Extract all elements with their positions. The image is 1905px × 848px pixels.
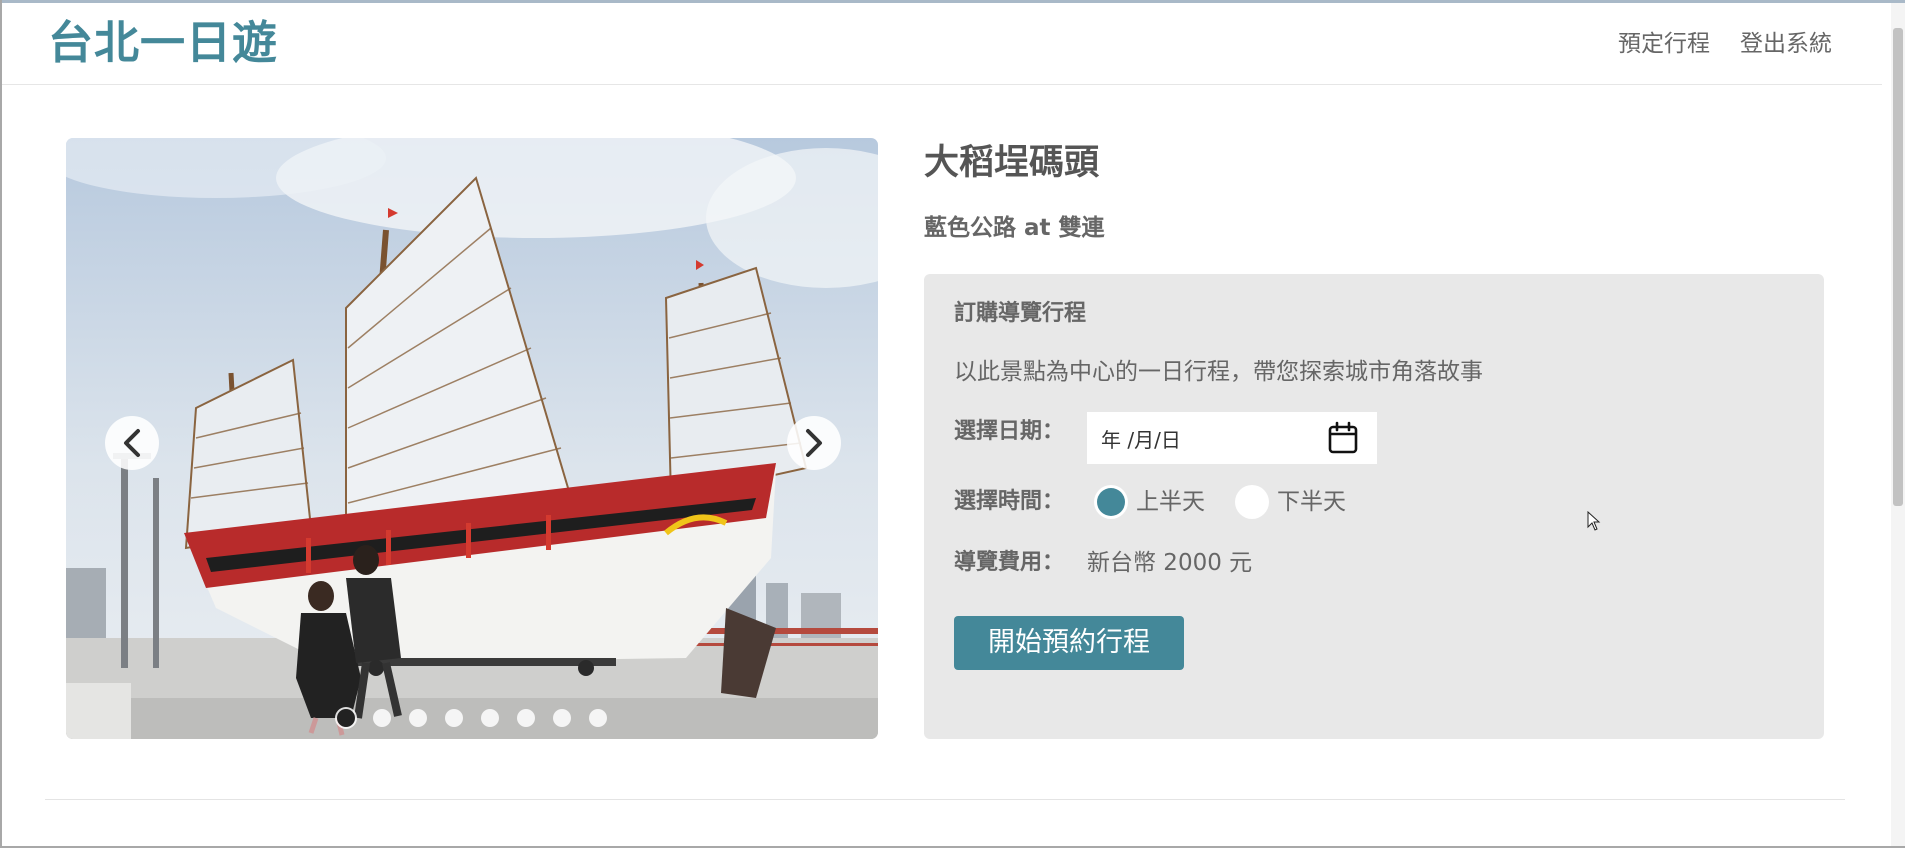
start-booking-button[interactable]: 開始預約行程 [954,616,1184,670]
carousel-photo [66,138,878,739]
carousel-next-button[interactable] [787,416,841,470]
time-radio-group: 上半天 下半天 [1094,485,1376,519]
brand-logo[interactable]: 台北一日遊 [48,15,278,71]
time-label: 選擇時間： [954,489,1065,514]
chevron-left-icon [124,429,140,457]
radio-afternoon-label[interactable]: 下半天 [1277,486,1346,518]
carousel-dot[interactable] [337,709,355,727]
page-scrollbar[interactable] [1891,3,1905,846]
carousel-dot[interactable] [589,709,607,727]
radio-morning[interactable]: 上半天 [1094,485,1205,519]
date-input-placeholder: 年 /月/日 [1101,427,1181,452]
nav-link-booking[interactable]: 預定行程 [1618,28,1710,60]
carousel-dot[interactable] [445,709,463,727]
footer-divider [45,799,1845,800]
radio-button-selected[interactable] [1094,485,1128,519]
radio-afternoon[interactable]: 下半天 [1235,485,1346,519]
attraction-subtitle: 藍色公路 at 雙連 [924,215,1105,241]
mouse-cursor-icon [1587,511,1601,531]
carousel-dot[interactable] [373,709,391,727]
chevron-right-icon [806,429,822,457]
fee-value: 新台幣 2000 元 [1087,550,1253,576]
radio-button[interactable] [1235,485,1269,519]
radio-morning-label[interactable]: 上半天 [1136,486,1205,518]
fee-label: 導覽費用： [954,550,1065,575]
date-input[interactable]: 年 /月/日 [1087,412,1377,464]
nav-links: 預定行程 登出系統 [1618,28,1832,60]
navbar: 台北一日遊 預定行程 登出系統 [2,3,1882,85]
carousel-dot[interactable] [409,709,427,727]
attraction-title: 大稻埕碼頭 [924,143,1100,183]
image-carousel [66,138,878,739]
carousel-indicators [337,709,607,727]
date-label: 選擇日期： [954,419,1065,444]
carousel-dot[interactable] [553,709,571,727]
booking-panel: 訂購導覽行程 以此景點為中心的一日行程，帶您探索城市角落故事 選擇日期： 年 /… [924,274,1824,739]
booking-heading: 訂購導覽行程 [954,301,1087,326]
nav-link-logout[interactable]: 登出系統 [1740,28,1832,60]
carousel-prev-button[interactable] [105,416,159,470]
calendar-icon[interactable] [1327,421,1359,455]
carousel-dot[interactable] [481,709,499,727]
carousel-dot[interactable] [517,709,535,727]
booking-description: 以此景點為中心的一日行程，帶您探索城市角落故事 [954,359,1483,385]
scrollbar-thumb[interactable] [1893,28,1903,506]
